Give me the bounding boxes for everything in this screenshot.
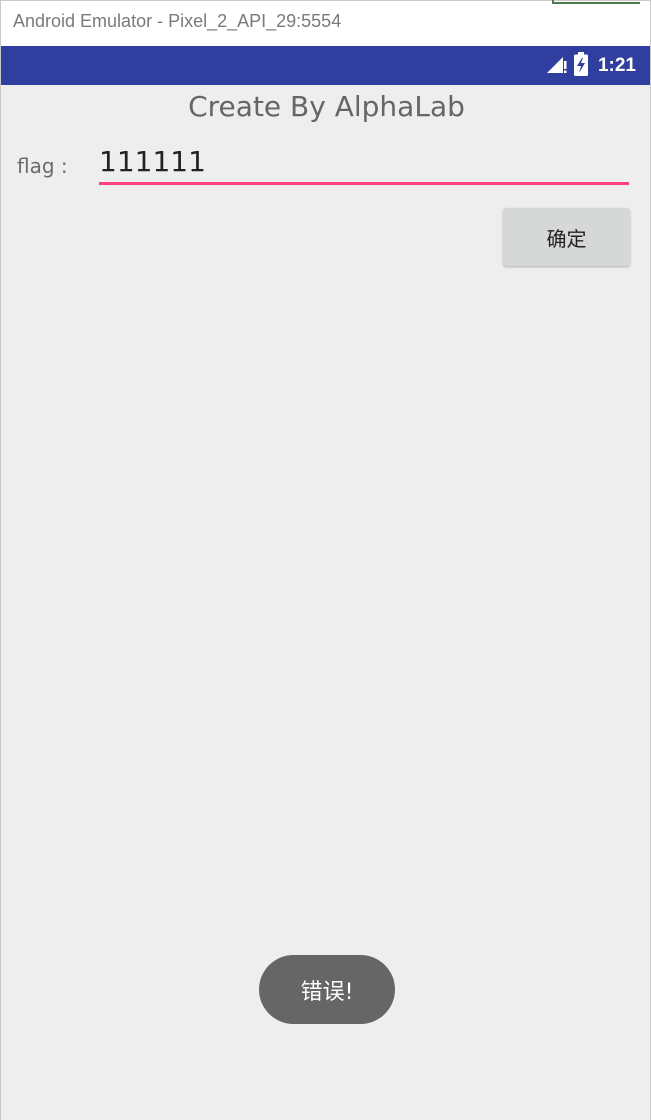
flag-label: flag : <box>17 154 68 178</box>
window-title: Android Emulator - Pixel_2_API_29:5554 <box>13 11 342 31</box>
error-toast: 错误! <box>259 955 395 1024</box>
flag-input[interactable] <box>99 141 629 185</box>
battery-icon <box>573 51 588 80</box>
window-titlebar[interactable]: Android Emulator - Pixel_2_API_29:5554 <box>1 0 650 46</box>
status-icons: 1:21 <box>546 46 636 85</box>
app-content: Create By AlphaLab flag : 确定 错误! <box>1 85 650 1120</box>
status-time: 1:21 <box>597 54 636 76</box>
toast-message: 错误! <box>300 979 354 1005</box>
app-title: Create By AlphaLab <box>188 90 465 123</box>
confirm-button[interactable]: 确定 <box>503 208 630 266</box>
status-bar: 1:21 <box>1 46 650 85</box>
emulator-frame: Android Emulator - Pixel_2_API_29:5554 1… <box>0 0 651 1120</box>
titlebar-corner-decoration <box>552 0 640 4</box>
signal-icon <box>546 54 568 78</box>
